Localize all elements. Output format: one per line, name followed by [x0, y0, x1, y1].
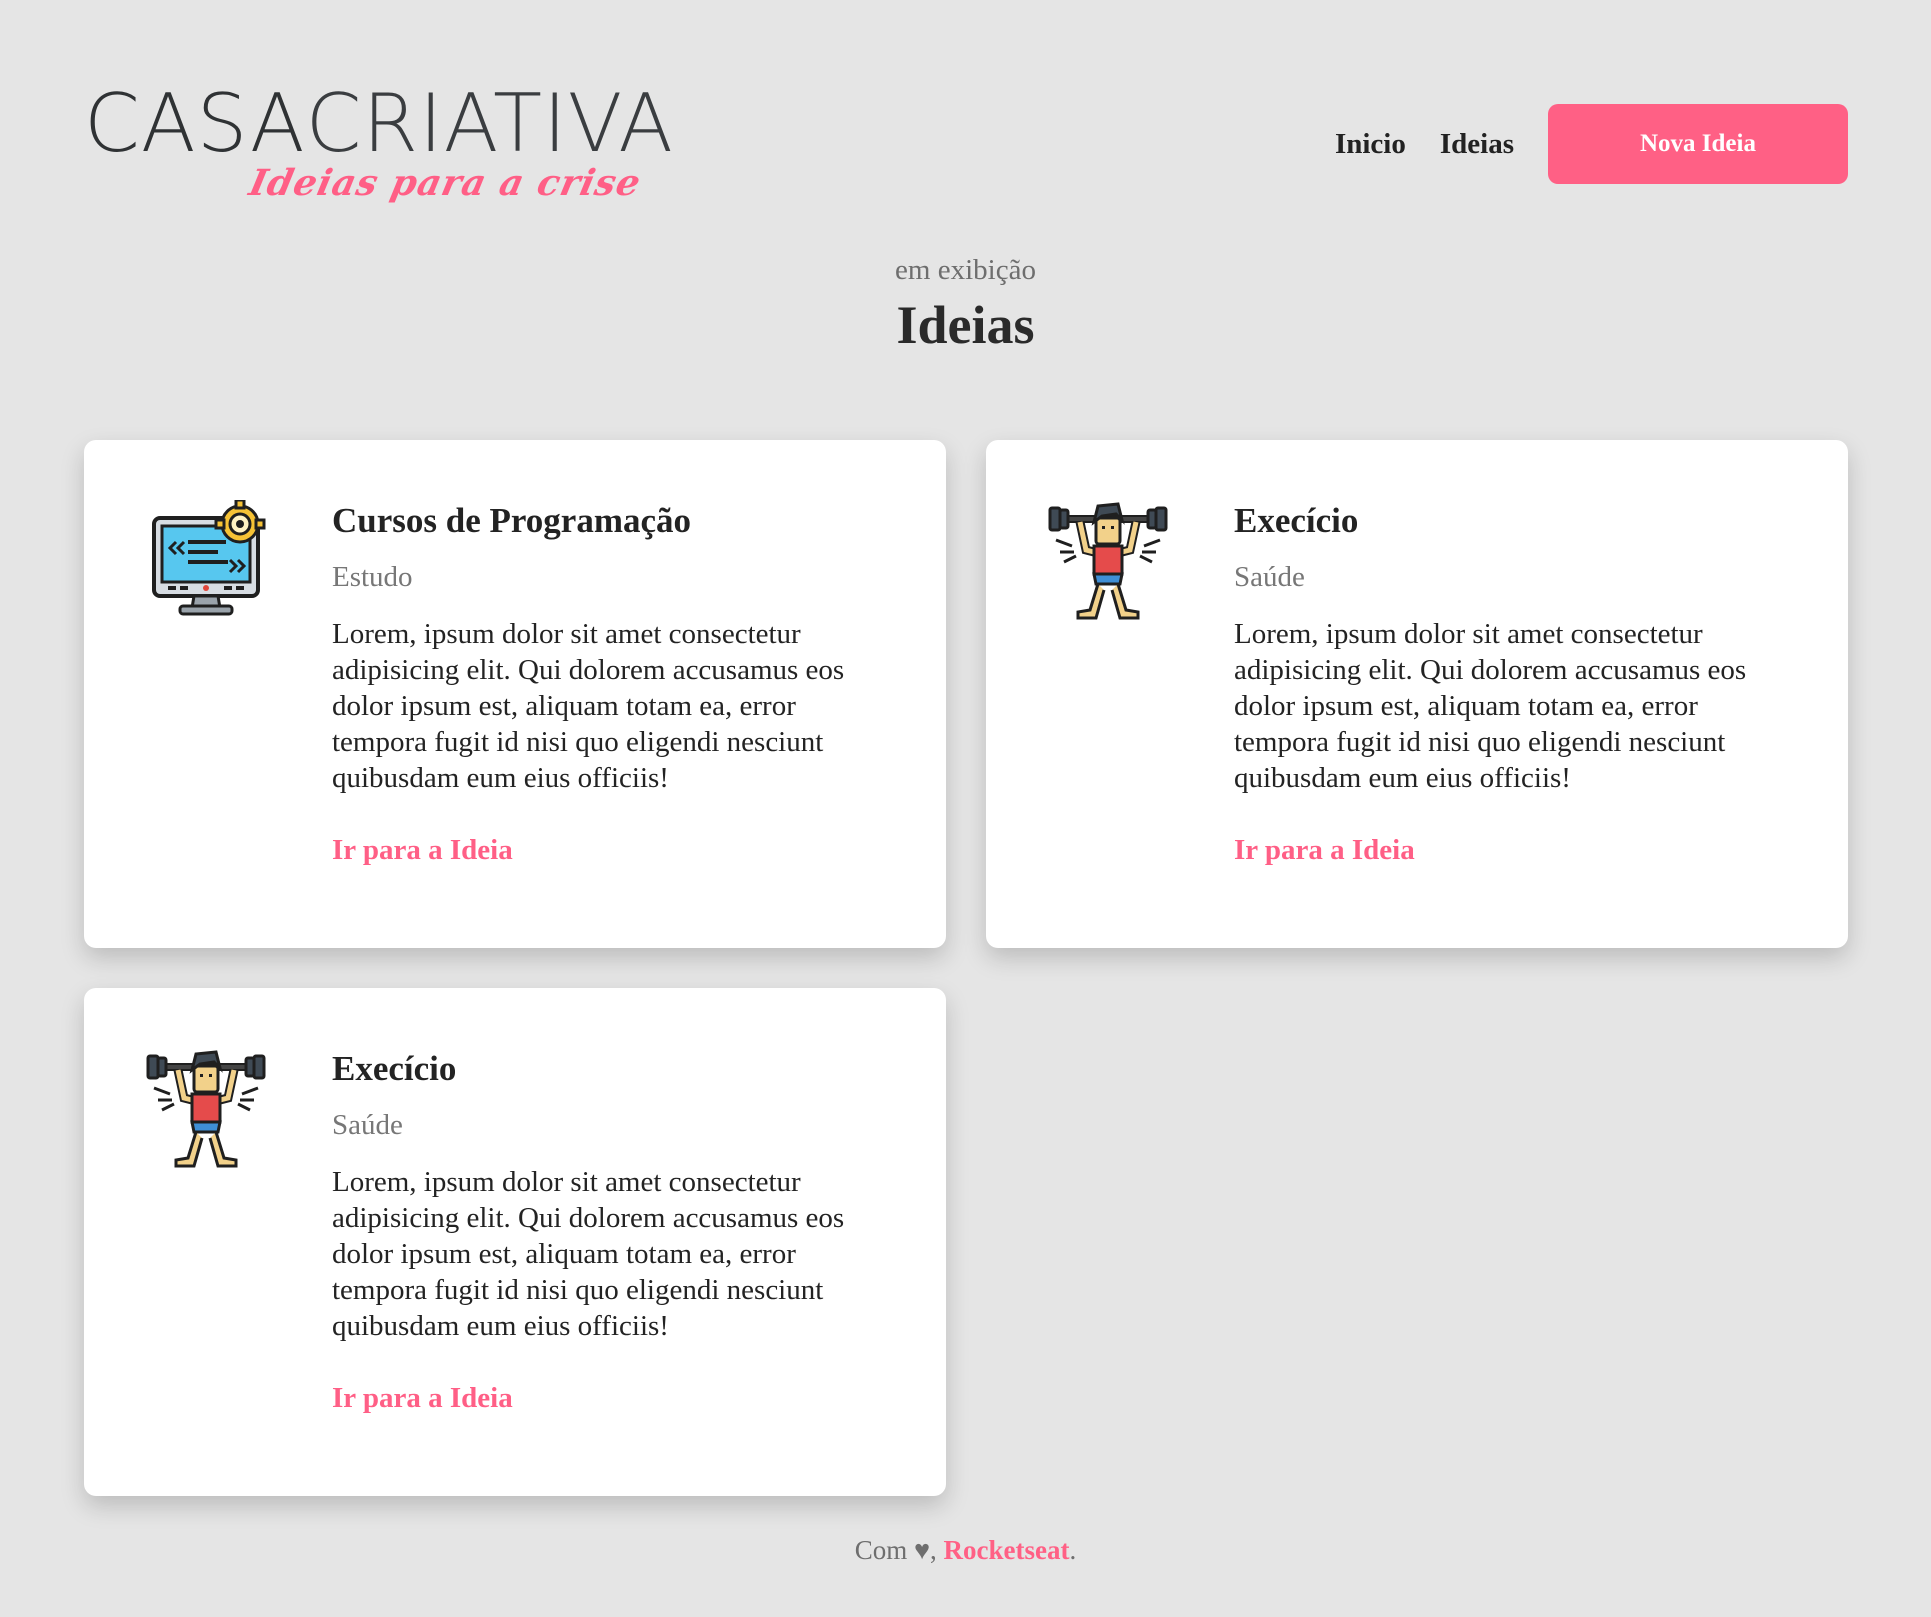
footer-prefix: Com — [854, 1535, 908, 1565]
card-title: Execício — [1234, 501, 1359, 540]
logo[interactable]: CASACRIATIVA Ideias para a crise — [84, 84, 674, 214]
card-title: Cursos de Programação — [332, 501, 692, 540]
idea-card: Cursos de Programação Estudo Lorem, ipsu… — [84, 440, 946, 948]
logo-tagline: Ideias para a crise — [245, 162, 646, 204]
header: CASACRIATIVA Ideias para a crise Inicio … — [84, 84, 1848, 224]
card-body: Cursos de Programação Estudo Lorem, ipsu… — [332, 500, 872, 867]
card-category: Saúde — [332, 1109, 403, 1141]
section-subtitle: em exibição — [895, 254, 1036, 286]
go-to-idea-link[interactable]: Ir para a Ideia — [332, 834, 513, 867]
section-title: Ideias — [896, 295, 1035, 355]
card-body: Execício Saúde Lorem, ipsum dolor sit am… — [1234, 500, 1774, 867]
card-description: Lorem, ipsum dolor sit amet consectetur … — [332, 618, 845, 794]
card-body: Execício Saúde Lorem, ipsum dolor sit am… — [332, 1048, 872, 1415]
footer: Com ♥, Rocketseat. — [0, 1535, 1931, 1566]
weightlifter-icon — [1046, 500, 1170, 624]
card-category: Saúde — [1234, 561, 1305, 593]
go-to-idea-link[interactable]: Ir para a Ideia — [1234, 834, 1415, 867]
card-title: Execício — [332, 1049, 457, 1088]
new-idea-button[interactable]: Nova Ideia — [1548, 104, 1848, 184]
nav-link-inicio[interactable]: Inicio — [1335, 128, 1406, 161]
heart-icon: ♥ — [914, 1535, 931, 1565]
card-description: Lorem, ipsum dolor sit amet consectetur … — [332, 1166, 845, 1342]
rocketseat-link[interactable]: Rocketseat — [944, 1535, 1070, 1565]
idea-card: Execício Saúde Lorem, ipsum dolor sit am… — [986, 440, 1848, 948]
weightlifter-icon — [144, 1048, 268, 1172]
main-nav: Inicio Ideias Nova Ideia — [1335, 104, 1848, 184]
section-header: em exibição Ideias — [0, 252, 1931, 356]
footer-suffix: . — [1069, 1535, 1077, 1565]
logo-wordmark: CASACRIATIVA — [84, 77, 674, 170]
nav-link-ideias[interactable]: Ideias — [1440, 128, 1514, 161]
computer-code-gear-icon — [144, 498, 268, 624]
footer-comma: , — [930, 1535, 937, 1565]
idea-card: Execício Saúde Lorem, ipsum dolor sit am… — [84, 988, 946, 1496]
card-description: Lorem, ipsum dolor sit amet consectetur … — [1234, 618, 1747, 794]
card-category: Estudo — [332, 561, 413, 593]
go-to-idea-link[interactable]: Ir para a Ideia — [332, 1382, 513, 1415]
